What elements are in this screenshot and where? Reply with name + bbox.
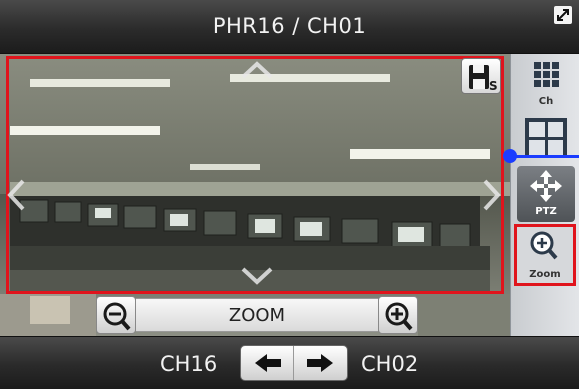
pan-left-arrow[interactable] — [6, 178, 26, 212]
zoom-out-icon — [103, 302, 131, 331]
zoom-in-button[interactable] — [378, 296, 418, 334]
ptz-button[interactable]: PTZ — [517, 166, 575, 222]
prev-channel-label: CH16 — [160, 352, 218, 376]
next-channel-label: CH02 — [361, 352, 419, 376]
right-arrow-icon — [307, 354, 333, 372]
prev-channel-button[interactable] — [241, 346, 294, 380]
zoom-button-label: Zoom — [529, 269, 561, 280]
ptz-button-label: PTZ — [535, 206, 557, 217]
channel-nav — [240, 345, 348, 381]
splitter-handle[interactable] — [503, 149, 517, 163]
camera-title: PHR16 / CH01 — [212, 14, 367, 38]
fullscreen-button[interactable] — [554, 6, 572, 24]
channel-grid-button[interactable]: Ch — [517, 56, 575, 112]
grid-icon — [534, 62, 559, 87]
pan-right-arrow[interactable] — [482, 178, 502, 212]
zoom-control-bar: ZOOM — [96, 296, 418, 334]
next-channel-button[interactable] — [294, 346, 347, 380]
zoom-label: ZOOM — [136, 298, 378, 332]
zoom-in-icon — [385, 302, 413, 331]
sidebar: Ch PTZ Zoom — [510, 54, 579, 336]
zoom-region-frame[interactable] — [6, 56, 504, 294]
left-arrow-icon — [255, 354, 281, 372]
svg-text:S: S — [489, 79, 498, 93]
save-snapshot-button[interactable]: S — [461, 58, 501, 94]
channel-bar: CH16 CH02 — [0, 336, 579, 389]
sidebar-splitter[interactable] — [510, 155, 579, 158]
ch-button-label: Ch — [538, 96, 554, 107]
save-snapshot-icon: S — [469, 65, 498, 93]
magnifier-icon — [530, 231, 558, 260]
pan-up-arrow[interactable] — [240, 60, 274, 80]
pan-down-arrow[interactable] — [240, 266, 274, 286]
camera-view[interactable]: S ZOOM — [0, 54, 510, 336]
move-icon — [530, 170, 562, 202]
zoom-mode-button[interactable]: Zoom — [514, 224, 576, 286]
zoom-out-button[interactable] — [96, 296, 136, 334]
title-bar: PHR16 / CH01 — [0, 0, 579, 54]
expand-icon — [557, 9, 569, 21]
